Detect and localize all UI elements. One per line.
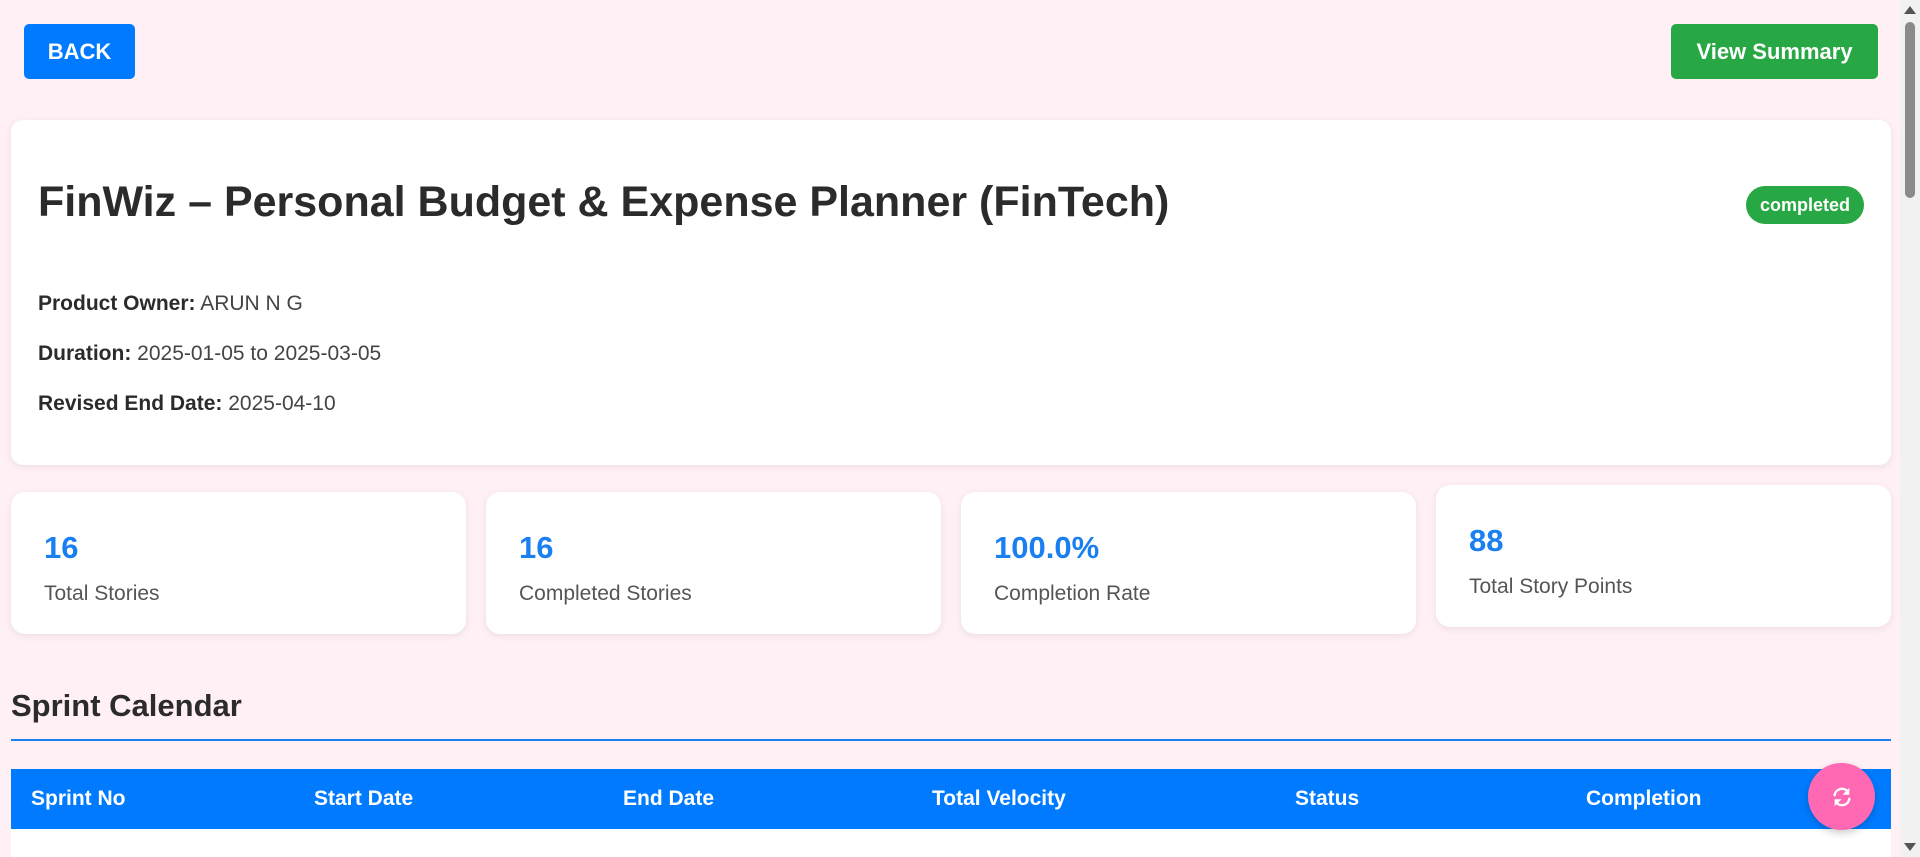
- duration-label: Duration:: [38, 342, 132, 365]
- column-header-sprint-no[interactable]: Sprint No: [31, 769, 126, 829]
- column-header-status[interactable]: Status: [1295, 769, 1359, 829]
- duration-value: 2025-01-05 to 2025-03-05: [137, 342, 382, 365]
- refresh-icon: [1832, 787, 1851, 806]
- column-header-total-velocity[interactable]: Total Velocity: [932, 769, 1066, 829]
- stat-card-total-stories: 16 Total Stories: [11, 492, 466, 634]
- product-owner-value: ARUN N G: [200, 292, 303, 315]
- stat-value: 88: [1469, 523, 1504, 558]
- stat-card-completion-rate: 100.0% Completion Rate: [961, 492, 1416, 634]
- product-owner-label: Product Owner:: [38, 292, 196, 315]
- project-title: FinWiz – Personal Budget & Expense Plann…: [38, 178, 1170, 226]
- revised-end-date-value: 2025-04-10: [228, 392, 336, 415]
- scroll-down-arrow-icon[interactable]: [1904, 843, 1916, 851]
- revised-end-date-row: Revised End Date: 2025-04-10: [38, 392, 336, 416]
- column-header-completion[interactable]: Completion: [1586, 769, 1702, 829]
- view-summary-button[interactable]: View Summary: [1671, 24, 1878, 79]
- scrollbar-thumb[interactable]: [1905, 22, 1915, 198]
- revised-end-date-label: Revised End Date:: [38, 392, 223, 415]
- section-divider: [11, 739, 1891, 741]
- product-owner-row: Product Owner: ARUN N G: [38, 292, 303, 316]
- back-button[interactable]: BACK: [24, 24, 135, 79]
- top-toolbar: BACK View Summary: [0, 0, 1898, 110]
- sprint-table-header: Sprint No Start Date End Date Total Velo…: [11, 769, 1891, 829]
- stat-value: 100.0%: [994, 530, 1100, 565]
- stat-value: 16: [44, 530, 79, 565]
- stat-value: 16: [519, 530, 554, 565]
- stat-label: Total Stories: [44, 582, 160, 605]
- project-details-card: FinWiz – Personal Budget & Expense Plann…: [11, 120, 1891, 465]
- duration-row: Duration: 2025-01-05 to 2025-03-05: [38, 342, 381, 366]
- stat-label: Completed Stories: [519, 582, 692, 605]
- sprint-calendar-title: Sprint Calendar: [11, 688, 242, 723]
- stat-label: Completion Rate: [994, 582, 1151, 605]
- column-header-end-date[interactable]: End Date: [623, 769, 714, 829]
- sprint-table-body: [11, 829, 1891, 857]
- stat-card-completed-stories: 16 Completed Stories: [486, 492, 941, 634]
- refresh-fab-button[interactable]: [1808, 763, 1875, 830]
- scroll-up-arrow-icon[interactable]: [1904, 6, 1916, 14]
- stat-card-total-story-points: 88 Total Story Points: [1436, 485, 1891, 627]
- vertical-scrollbar[interactable]: [1900, 0, 1920, 857]
- column-header-start-date[interactable]: Start Date: [314, 769, 413, 829]
- status-badge: completed: [1745, 186, 1864, 224]
- stat-label: Total Story Points: [1469, 575, 1633, 598]
